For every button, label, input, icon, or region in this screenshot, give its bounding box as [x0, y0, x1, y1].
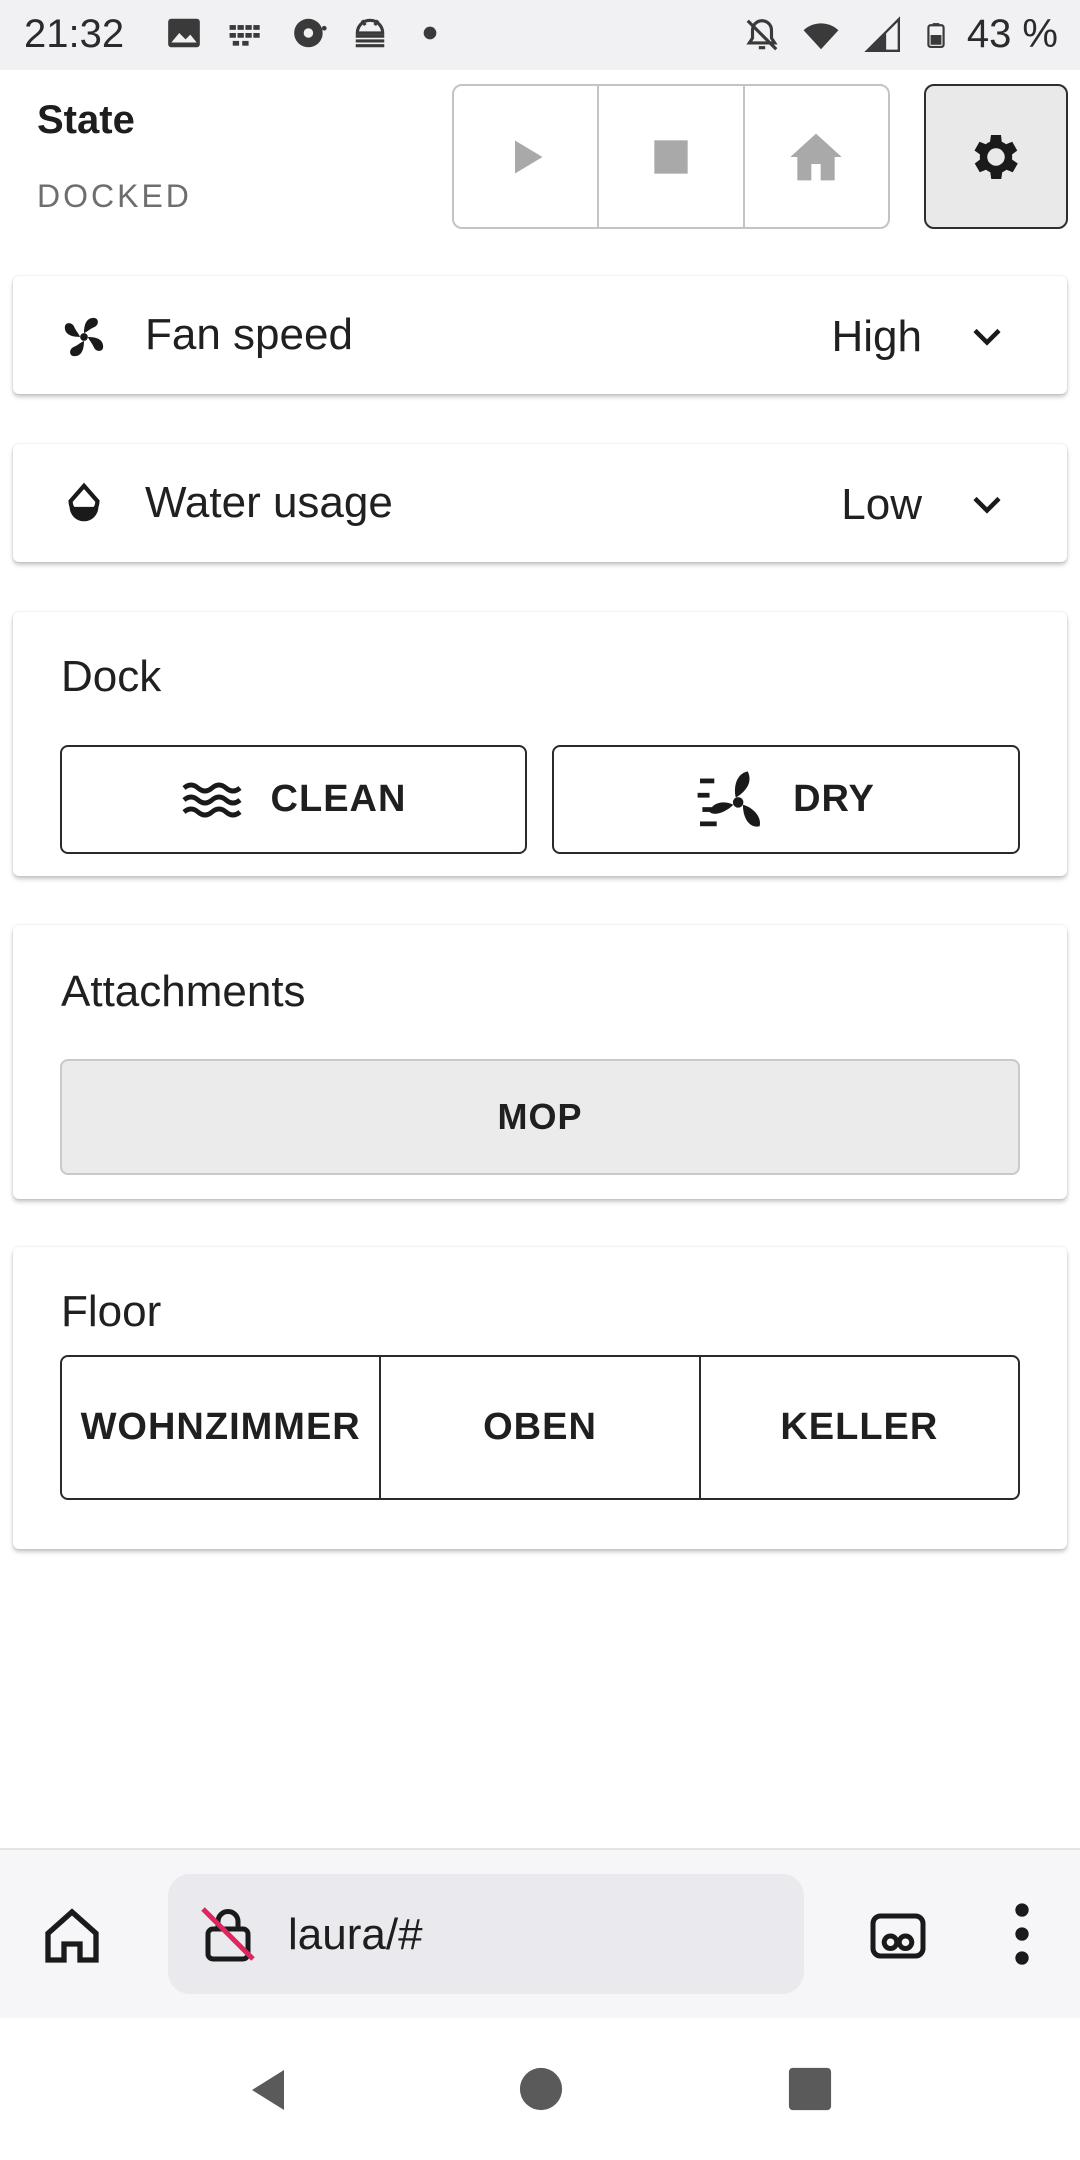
floor-card: Floor WOHNZIMMER OBEN KELLER	[13, 1247, 1067, 1549]
water-drop-icon	[68, 482, 100, 522]
battery-percent: 43 %	[966, 12, 1058, 56]
floor-option-label: WOHNZIMMER	[80, 1406, 361, 1448]
fan-speed-select[interactable]: Fan speed High	[13, 276, 1067, 394]
overflow-menu-icon[interactable]	[1010, 1902, 1034, 1966]
play-button[interactable]	[454, 86, 600, 227]
attachments-title: Attachments	[61, 967, 306, 1016]
floor-title: Floor	[61, 1287, 162, 1336]
dock-title: Dock	[61, 652, 162, 701]
dock-clean-label: CLEAN	[270, 778, 407, 820]
image-icon	[168, 18, 200, 48]
floor-option-label: KELLER	[780, 1406, 939, 1448]
dryer-fan-icon	[697, 770, 761, 827]
notification-icons	[165, 14, 449, 52]
system-icons: 43 %	[743, 12, 1058, 57]
android-debug-icon	[355, 18, 385, 48]
recent-apps-icon[interactable]	[787, 2066, 833, 2112]
url-bar[interactable]: laura/#	[168, 1874, 804, 1994]
back-icon[interactable]	[244, 2064, 292, 2116]
settings-button[interactable]	[924, 84, 1068, 229]
dock-dry-label: DRY	[793, 778, 875, 820]
battery-icon	[927, 22, 945, 48]
floor-toggle-group: WOHNZIMMER OBEN KELLER	[60, 1355, 1020, 1500]
water-usage-label: Water usage	[145, 478, 393, 527]
dot-icon	[423, 26, 437, 40]
floor-option-label: OBEN	[483, 1406, 597, 1448]
url-text: laura/#	[288, 1910, 423, 1959]
floor-option-oben[interactable]: OBEN	[381, 1357, 701, 1498]
mop-attachment-button[interactable]: MOP	[60, 1059, 1020, 1175]
home-button[interactable]	[745, 86, 888, 227]
camera-icon	[294, 18, 327, 48]
robot-control-group	[452, 84, 890, 229]
floor-option-keller[interactable]: KELLER	[701, 1357, 1018, 1498]
browser-toolbar: laura/#	[0, 1848, 1080, 2020]
nav-home-icon[interactable]	[518, 2066, 564, 2112]
water-usage-value: Low	[841, 480, 922, 529]
chevron-down-icon	[973, 496, 1001, 514]
insecure-lock-icon[interactable]	[198, 1904, 258, 1964]
chevron-down-icon	[973, 328, 1001, 346]
floor-option-wohnzimmer[interactable]: WOHNZIMMER	[62, 1357, 382, 1498]
dock-clean-button[interactable]: CLEAN	[60, 745, 527, 854]
fan-speed-label: Fan speed	[145, 310, 353, 359]
play-icon	[514, 140, 543, 173]
mop-label: MOP	[497, 1096, 583, 1137]
waves-icon	[181, 782, 242, 817]
state-value: DOCKED	[37, 178, 192, 214]
status-bar: 21:32 43 %	[0, 0, 1080, 70]
private-tabs-icon[interactable]	[866, 1906, 930, 1966]
notifications-off-icon	[746, 18, 778, 50]
attachments-card: Attachments MOP	[13, 925, 1067, 1199]
signal-icon	[864, 15, 900, 52]
stop-icon	[654, 139, 688, 174]
state-label: State	[37, 98, 135, 142]
vpn-grid-icon	[229, 25, 260, 46]
home-icon[interactable]	[40, 1904, 104, 1968]
home-icon	[790, 133, 842, 180]
water-usage-select[interactable]: Water usage Low	[13, 444, 1067, 562]
wifi-icon	[803, 22, 839, 49]
stop-button[interactable]	[599, 86, 745, 227]
dock-card: Dock CLEAN DRY	[13, 612, 1067, 876]
fan-speed-value: High	[831, 312, 923, 361]
gear-icon	[974, 134, 1018, 179]
fan-icon	[64, 317, 104, 357]
status-time: 21:32	[24, 12, 125, 56]
system-nav-bar	[0, 2018, 1080, 2160]
dock-dry-button[interactable]: DRY	[552, 745, 1020, 854]
